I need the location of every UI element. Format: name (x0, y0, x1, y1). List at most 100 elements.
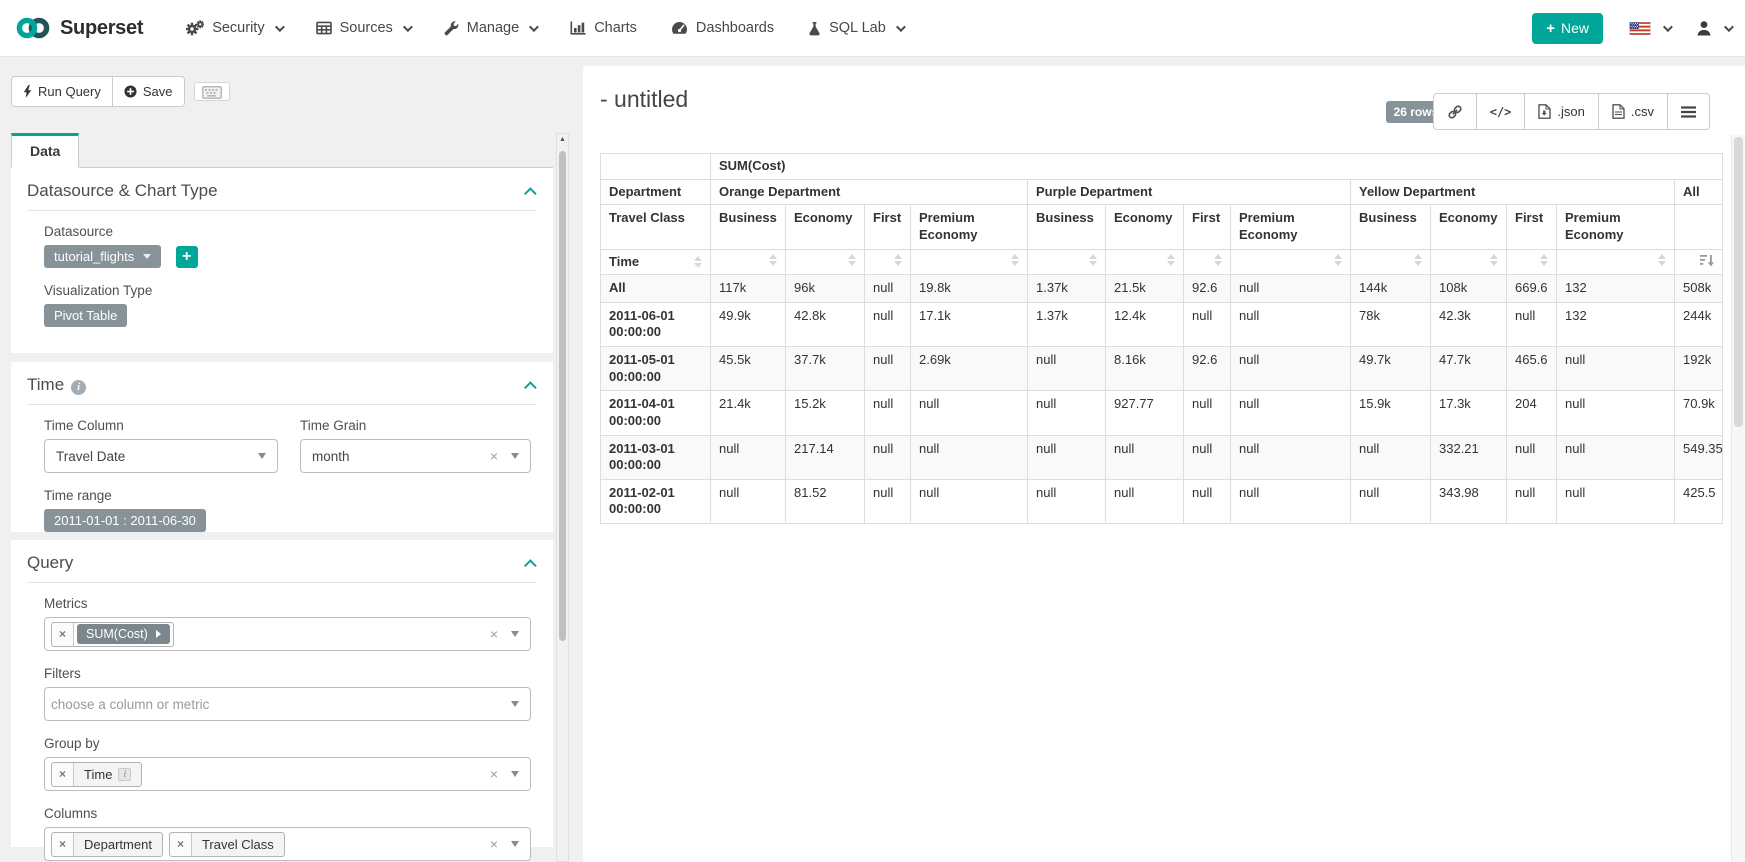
scrollbar-thumb[interactable] (1734, 137, 1743, 427)
edit-datasource-button[interactable]: + (176, 246, 198, 268)
groupby-token[interactable]: × Time i (51, 762, 142, 787)
scrollbar-thumb[interactable] (559, 151, 566, 641)
sort-icon[interactable] (1490, 254, 1498, 266)
pivot-cell: 45.5k (711, 347, 786, 391)
select-caret-icon[interactable] (511, 701, 519, 707)
nav-security[interactable]: Security (169, 0, 298, 57)
left-scrollbar[interactable]: ▲ (556, 133, 569, 862)
scroll-up-arrow-icon[interactable]: ▲ (557, 136, 568, 143)
pivot-cell: null (1184, 435, 1231, 479)
sort-icon[interactable] (1540, 254, 1548, 266)
columns-select[interactable]: × Department × Travel Class × (44, 827, 531, 861)
sort-column-header[interactable] (1507, 249, 1557, 275)
export-csv-button[interactable]: .csv (1598, 93, 1668, 130)
sort-column-header[interactable] (911, 249, 1028, 275)
sort-column-header[interactable] (1106, 249, 1184, 275)
sort-icon[interactable] (1658, 254, 1666, 266)
sort-column-header[interactable]: Time (601, 249, 711, 275)
travel-class-cell: Economy (786, 205, 865, 249)
sort-column-header[interactable] (711, 249, 786, 275)
pivot-cell: 42.8k (786, 302, 865, 346)
sort-column-header[interactable] (1351, 249, 1431, 275)
table-menu-button[interactable] (1667, 93, 1710, 130)
clear-icon[interactable]: × (490, 767, 498, 781)
sort-icon[interactable] (1011, 254, 1019, 266)
brand-name: Superset (60, 17, 143, 40)
nav-charts[interactable]: Charts (553, 0, 654, 57)
metrics-select[interactable]: × SUM(Cost) × (44, 617, 531, 651)
language-menu[interactable] (1629, 22, 1670, 35)
column-token[interactable]: × Travel Class (169, 832, 285, 857)
select-caret-icon[interactable] (258, 453, 266, 459)
metric-pill[interactable]: SUM(Cost) (77, 624, 170, 644)
nav-manage[interactable]: Manage (427, 0, 553, 57)
clear-icon[interactable]: × (490, 837, 498, 851)
run-query-button[interactable]: Run Query (11, 76, 113, 107)
sort-column-header[interactable] (1431, 249, 1507, 275)
select-caret-icon[interactable] (511, 453, 519, 459)
remove-icon[interactable]: × (52, 833, 74, 856)
sort-icon[interactable] (1214, 254, 1222, 266)
remove-icon[interactable]: × (52, 763, 74, 786)
remove-icon[interactable]: × (52, 623, 74, 646)
metric-token[interactable]: × SUM(Cost) (51, 622, 174, 647)
groupby-select[interactable]: × Time i × (44, 757, 531, 791)
nav-dashboards[interactable]: Dashboards (654, 0, 791, 57)
sort-desc-icon[interactable] (1700, 254, 1714, 267)
select-caret-icon[interactable] (511, 771, 519, 777)
clear-icon[interactable]: × (490, 449, 498, 463)
time-grain-select[interactable]: month × (300, 439, 531, 473)
travel-class-cell: Economy (1431, 205, 1507, 249)
sort-column-header[interactable] (1231, 249, 1351, 275)
sort-icon[interactable] (769, 254, 777, 266)
sort-icon[interactable] (848, 254, 856, 266)
collapse-chevron-icon[interactable] (524, 559, 537, 572)
sort-icon[interactable] (1167, 254, 1175, 266)
sort-icon[interactable] (1334, 254, 1342, 266)
export-json-button[interactable]: .json (1524, 93, 1598, 130)
pivot-cell: null (1231, 479, 1351, 523)
user-menu[interactable] (1696, 20, 1731, 36)
tab-data[interactable]: Data (11, 133, 79, 168)
select-caret-icon[interactable] (511, 841, 519, 847)
view-query-button[interactable]: </> (1476, 93, 1526, 130)
clear-icon[interactable]: × (490, 627, 498, 641)
column-token[interactable]: × Department (51, 832, 163, 857)
save-button[interactable]: Save (112, 76, 185, 107)
chart-scrollbar[interactable] (1731, 135, 1745, 862)
sort-column-header[interactable] (1557, 249, 1675, 275)
time-range-label: Time range (44, 488, 531, 503)
sort-icon[interactable] (894, 254, 902, 266)
sort-icon[interactable] (694, 256, 702, 268)
hamburger-icon (1681, 106, 1696, 118)
keyboard-shortcuts-button[interactable] (194, 82, 230, 101)
filters-input[interactable] (51, 697, 466, 712)
share-link-button[interactable] (1433, 93, 1477, 130)
filters-select[interactable] (44, 687, 531, 721)
nav-sources[interactable]: Sources (299, 0, 427, 57)
collapse-chevron-icon[interactable] (524, 381, 537, 394)
time-column-select[interactable]: Travel Date (44, 439, 278, 473)
select-caret-icon[interactable] (511, 631, 519, 637)
viz-type-value-badge[interactable]: Pivot Table (44, 304, 127, 327)
sort-icon[interactable] (1414, 254, 1422, 266)
travel-class-cell: Premium Economy (1231, 205, 1351, 249)
collapse-chevron-icon[interactable] (524, 187, 537, 200)
remove-icon[interactable]: × (170, 833, 192, 856)
nav-sql-lab[interactable]: SQL Lab (791, 0, 920, 57)
sort-column-header[interactable] (786, 249, 865, 275)
travel-class-header-row: Travel Class BusinessEconomyFirstPremium… (601, 205, 1723, 249)
sort-column-header[interactable] (865, 249, 911, 275)
sort-column-header-all[interactable] (1675, 249, 1723, 275)
time-range-value-badge[interactable]: 2011-01-01 : 2011-06-30 (44, 509, 206, 532)
superset-logo[interactable]: Superset (14, 15, 143, 41)
pivot-cell: 244k (1675, 302, 1723, 346)
pivot-cell: null (1184, 479, 1231, 523)
query-section: Query Metrics × SUM(Cost) × (11, 540, 553, 847)
sort-column-header[interactable] (1184, 249, 1231, 275)
sort-column-header[interactable] (1028, 249, 1106, 275)
pivot-cell: null (1557, 479, 1675, 523)
datasource-value-badge[interactable]: tutorial_flights (44, 245, 161, 268)
new-button[interactable]: + New (1532, 13, 1603, 44)
sort-icon[interactable] (1089, 254, 1097, 266)
